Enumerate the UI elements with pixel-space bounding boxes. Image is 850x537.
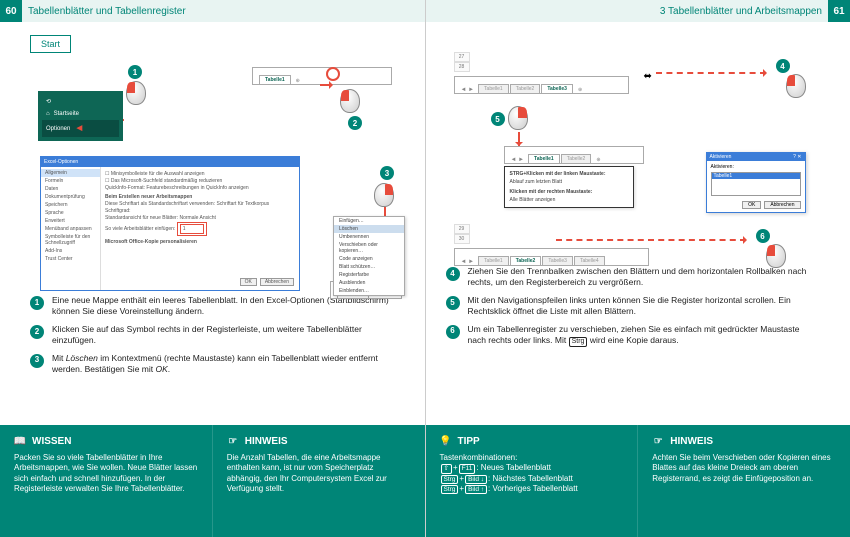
excel-backstage-menu: ⟲ ⌂ Startseite Optionen ◄ <box>38 91 123 141</box>
sheet-context-menu: Einfügen… Löschen Umbenennen Verschieben… <box>333 216 405 296</box>
excel-options-dialog: Excel-Optionen Allgemein Formeln Daten D… <box>40 156 300 291</box>
options-sidebar: Allgemein Formeln Daten Dokumentprüfung … <box>41 167 101 290</box>
menu-options: Optionen ◄ <box>42 120 119 137</box>
sheet-tabs: ◄ ► Tabelle1 Tabelle2 Tabelle3 ⊕ <box>454 76 629 94</box>
right-illustration-area: 2728 ◄ ► Tabelle1 Tabelle2 Tabelle3 ⊕ 4 … <box>446 34 821 262</box>
step-badge-2: 2 <box>30 325 44 339</box>
footer-right: 💡TIPP Tastenkombinationen: ⇧+F11: Neues … <box>426 425 850 537</box>
sheets-count-spinner: 1 <box>180 224 204 234</box>
step-badge-1: 1 <box>128 65 142 79</box>
menu-delete: Löschen <box>334 225 404 233</box>
dialog-help-close: ? ✕ <box>793 154 801 160</box>
step-badge-6: 6 <box>446 325 460 339</box>
footer-hinweis: ☞HINWEIS Achten Sie beim Verschieben ode… <box>637 425 850 537</box>
step-badge-3: 3 <box>30 354 44 368</box>
ok-button: OK <box>240 278 257 286</box>
step-text-4: Ziehen Sie den Trennbalken zwischen den … <box>468 266 821 289</box>
page-header-left: 60 Tabellenblätter und Tabellenregister <box>0 0 425 22</box>
page-header-right: 3 Tabellenblätter und Arbeitsmappen 61 <box>426 0 850 22</box>
step-text-2: Klicken Sie auf das Symbol rechts in der… <box>52 324 405 347</box>
arrow-icon <box>320 84 332 86</box>
left-illustration-area: 1 ⟲ ⌂ Startseite Optionen ◄ Excel-Option… <box>30 61 405 291</box>
cancel-button: Abbrechen <box>764 201 800 209</box>
step-text-6: Um ein Tabellenregister zu verschieben, … <box>468 324 821 347</box>
step-badge-1: 1 <box>30 296 44 310</box>
step-text-3: Mit Löschen im Kontextmenü (rechte Maust… <box>52 353 405 376</box>
highlight-circle-icon <box>326 67 340 81</box>
footer-tipp: 💡TIPP Tastenkombinationen: ⇧+F11: Neues … <box>426 425 638 537</box>
back-icon: ⟲ <box>42 95 119 108</box>
step-text-5: Mit den Navigationspfeilen links unten k… <box>468 295 821 318</box>
arrow-icon <box>656 72 766 74</box>
step-list-right: 4 Ziehen Sie den Trennbalken zwischen de… <box>446 266 821 347</box>
hand-icon: ☞ <box>652 435 664 447</box>
mouse-icon <box>786 74 806 98</box>
mouse-right-icon <box>374 183 394 207</box>
sheet-tabs: ◄ ► Tabelle1 Tabelle2 ⊕ <box>504 146 644 164</box>
mouse-icon <box>126 81 146 105</box>
nav-tooltip: STRG+Klicken mit der linken Maustaste: A… <box>504 166 634 208</box>
step-badge-4: 4 <box>776 59 790 73</box>
options-main: ☐ Minisymbolleiste für die Auswahl anzei… <box>101 167 299 290</box>
step-badge-2: 2 <box>348 116 362 130</box>
sheet-tab: Tabelle1 <box>259 75 291 84</box>
arrow-icon <box>518 132 520 146</box>
page-number: 61 <box>828 0 850 22</box>
new-sheet-icon: ⊕ <box>292 78 304 84</box>
row-numbers: 2728 <box>454 52 470 72</box>
step-list-left: 1 Eine neue Mappe enthält ein leeres Tab… <box>30 295 405 376</box>
menu-home: ⌂ Startseite <box>42 108 119 120</box>
book-icon: 📖 <box>14 435 26 447</box>
arrow-icon <box>556 239 746 241</box>
row-numbers: 2930 <box>454 224 470 244</box>
lightbulb-icon: 💡 <box>440 435 452 447</box>
footer-wissen: 📖WISSEN Packen Sie so viele Tabellenblät… <box>0 425 212 537</box>
mouse-icon <box>340 89 360 113</box>
page-number: 60 <box>0 0 22 22</box>
step-badge-5: 5 <box>446 296 460 310</box>
footer-left: 📖WISSEN Packen Sie so viele Tabellenblät… <box>0 425 425 537</box>
strg-key: Strg <box>569 337 588 347</box>
footer-hinweis: ☞HINWEIS Die Anzahl Tabellen, die eine A… <box>212 425 425 537</box>
step-badge-4: 4 <box>446 267 460 281</box>
sheet-tabs: Tabelle1 ⊕ <box>252 67 392 85</box>
nav-arrows-icon: ◄ ► <box>511 157 525 163</box>
mouse-icon <box>766 244 786 268</box>
sheet-tabs: ◄ ► Tabelle1 Tabelle2 Tabelle3 Tabelle4 <box>454 248 649 266</box>
hand-icon: ☞ <box>227 435 239 447</box>
page-title: Tabellenblätter und Tabellenregister <box>28 6 186 17</box>
mouse-right-icon <box>508 106 528 130</box>
dialog-title: Excel-Optionen <box>41 157 299 167</box>
activate-dialog: Aktivieren? ✕ Aktivieren: Tabelle1 OK Ab… <box>706 152 806 213</box>
cancel-button: Abbrechen <box>260 278 294 286</box>
step-badge-3: 3 <box>380 166 394 180</box>
ok-button: OK <box>742 201 761 209</box>
step-badge-6: 6 <box>756 229 770 243</box>
split-handle-icon <box>644 66 654 76</box>
page-title: 3 Tabellenblätter und Arbeitsmappen <box>660 6 822 17</box>
start-tab-label: Start <box>30 35 71 53</box>
step-badge-5: 5 <box>491 112 505 126</box>
